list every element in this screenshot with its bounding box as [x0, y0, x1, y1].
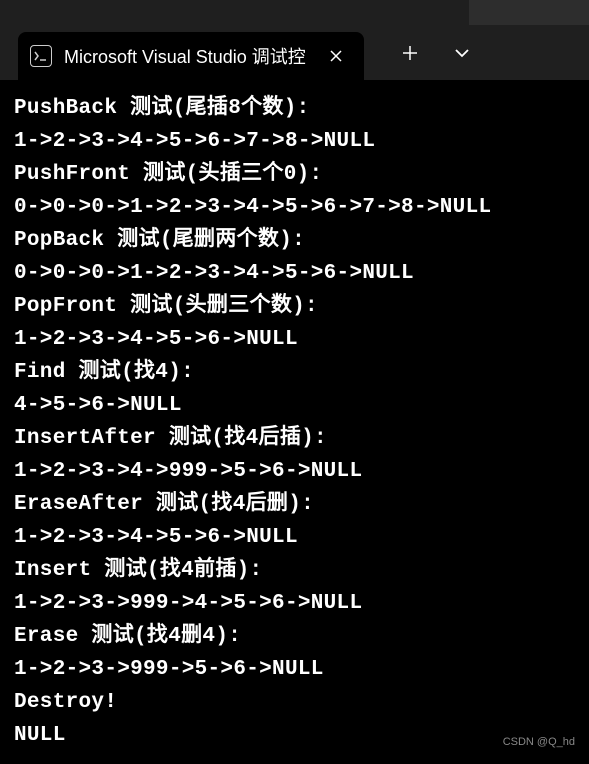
console-line: InsertAfter 测试(找4后插): — [14, 422, 575, 455]
console-line: 1->2->3->999->5->6->NULL — [14, 653, 575, 686]
console-line: 1->2->3->999->4->5->6->NULL — [14, 587, 575, 620]
close-icon[interactable] — [322, 42, 350, 70]
console-icon — [30, 45, 52, 67]
console-line: 1->2->3->4->5->6->NULL — [14, 323, 575, 356]
console-line: EraseAfter 测试(找4后删): — [14, 488, 575, 521]
console-line: PushBack 测试(尾插8个数): — [14, 92, 575, 125]
dropdown-button[interactable] — [436, 29, 488, 77]
tab-bar: Microsoft Visual Studio 调试控 — [0, 25, 589, 80]
console-line: PushFront 测试(头插三个0): — [14, 158, 575, 191]
console-line: 0->0->0->1->2->3->4->5->6->NULL — [14, 257, 575, 290]
console-output: PushBack 测试(尾插8个数): 1->2->3->4->5->6->7-… — [0, 80, 589, 764]
console-line: 4->5->6->NULL — [14, 389, 575, 422]
console-line: 1->2->3->4->5->6->NULL — [14, 521, 575, 554]
console-line: 1->2->3->4->5->6->7->8->NULL — [14, 125, 575, 158]
console-line: NULL — [14, 719, 575, 752]
console-line: PopFront 测试(头删三个数): — [14, 290, 575, 323]
new-tab-button[interactable] — [384, 29, 436, 77]
tab-actions — [384, 29, 488, 77]
console-line: 0->0->0->1->2->3->4->5->6->7->8->NULL — [14, 191, 575, 224]
watermark: CSDN @Q_hd — [503, 736, 575, 748]
console-line: Find 测试(找4): — [14, 356, 575, 389]
console-line: Erase 测试(找4删4): — [14, 620, 575, 653]
titlebar-shadow — [469, 0, 589, 25]
tab-active[interactable]: Microsoft Visual Studio 调试控 — [18, 32, 364, 80]
console-line: PopBack 测试(尾删两个数): — [14, 224, 575, 257]
console-line: Destroy! — [14, 686, 575, 719]
console-line: 1->2->3->4->999->5->6->NULL — [14, 455, 575, 488]
console-line: Insert 测试(找4前插): — [14, 554, 575, 587]
tab-title: Microsoft Visual Studio 调试控 — [64, 43, 306, 69]
